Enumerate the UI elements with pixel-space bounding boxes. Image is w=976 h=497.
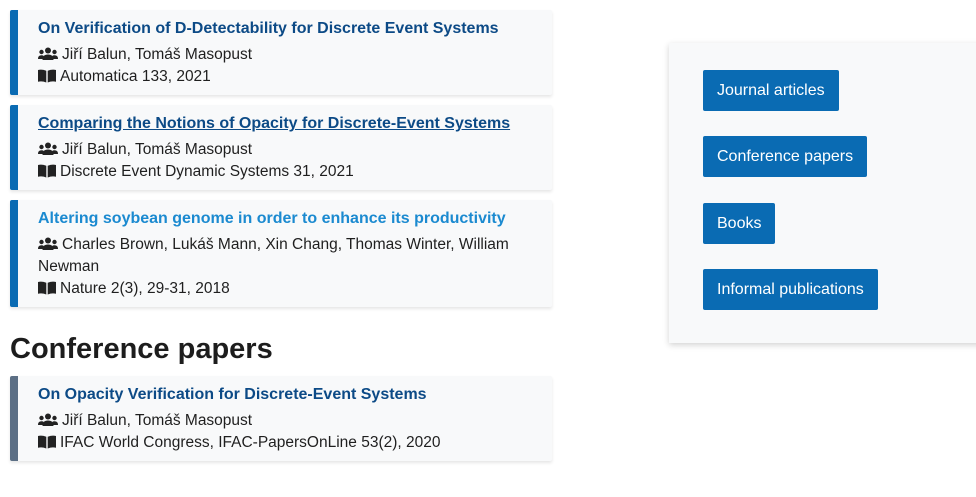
publication-venue: IFAC World Congress, IFAC-PapersOnLine 5… bbox=[38, 432, 542, 454]
publication-type-nav: Journal articles Conference papers Books… bbox=[669, 43, 976, 343]
users-icon bbox=[38, 47, 58, 60]
authors-text: Jiří Balun, Tomáš Masopust bbox=[62, 141, 253, 158]
publication-title-link[interactable]: Comparing the Notions of Opacity for Dis… bbox=[38, 113, 542, 135]
publication-venue: Automatica 133, 2021 bbox=[38, 66, 542, 88]
users-icon bbox=[38, 142, 58, 155]
publication-authors: Charles Brown, Lukáš Mann, Xin Chang, Th… bbox=[38, 234, 542, 278]
book-icon bbox=[38, 164, 56, 178]
section-heading-conference-papers: Conference papers bbox=[10, 333, 273, 365]
publication-authors: Jiří Balun, Tomáš Masopust bbox=[38, 410, 542, 432]
publication-item: On Opacity Verification for Discrete-Eve… bbox=[10, 376, 552, 461]
authors-text: Charles Brown, Lukáš Mann, Xin Chang, Th… bbox=[38, 236, 509, 275]
informal-publications-button[interactable]: Informal publications bbox=[703, 269, 878, 310]
publication-authors: Jiří Balun, Tomáš Masopust bbox=[38, 139, 542, 161]
authors-text: Jiří Balun, Tomáš Masopust bbox=[62, 46, 253, 63]
book-icon bbox=[38, 281, 56, 295]
publication-title-link[interactable]: On Verification of D-Detectability for D… bbox=[38, 18, 542, 40]
publication-item: On Verification of D-Detectability for D… bbox=[10, 10, 552, 95]
book-icon bbox=[38, 435, 56, 449]
publication-authors: Jiří Balun, Tomáš Masopust bbox=[38, 44, 542, 66]
venue-text: Nature 2(3), 29-31, 2018 bbox=[60, 280, 230, 297]
books-button[interactable]: Books bbox=[703, 203, 776, 244]
users-icon bbox=[38, 237, 58, 250]
venue-text: IFAC World Congress, IFAC-PapersOnLine 5… bbox=[60, 434, 441, 451]
publication-item: Comparing the Notions of Opacity for Dis… bbox=[10, 105, 552, 190]
journal-articles-button[interactable]: Journal articles bbox=[703, 70, 839, 111]
users-icon bbox=[38, 413, 58, 426]
publication-venue: Nature 2(3), 29-31, 2018 bbox=[38, 278, 542, 300]
publication-item: Altering soybean genome in order to enha… bbox=[10, 200, 552, 307]
conference-papers-button[interactable]: Conference papers bbox=[703, 136, 868, 177]
publication-title-link[interactable]: On Opacity Verification for Discrete-Eve… bbox=[38, 384, 542, 406]
publication-list: On Verification of D-Detectability for D… bbox=[10, 0, 552, 461]
publication-venue: Discrete Event Dynamic Systems 31, 2021 bbox=[38, 161, 542, 183]
publication-title-link[interactable]: Altering soybean genome in order to enha… bbox=[38, 208, 542, 230]
authors-text: Jiří Balun, Tomáš Masopust bbox=[62, 412, 253, 429]
book-icon bbox=[38, 69, 56, 83]
venue-text: Discrete Event Dynamic Systems 31, 2021 bbox=[60, 163, 354, 180]
venue-text: Automatica 133, 2021 bbox=[60, 68, 211, 85]
